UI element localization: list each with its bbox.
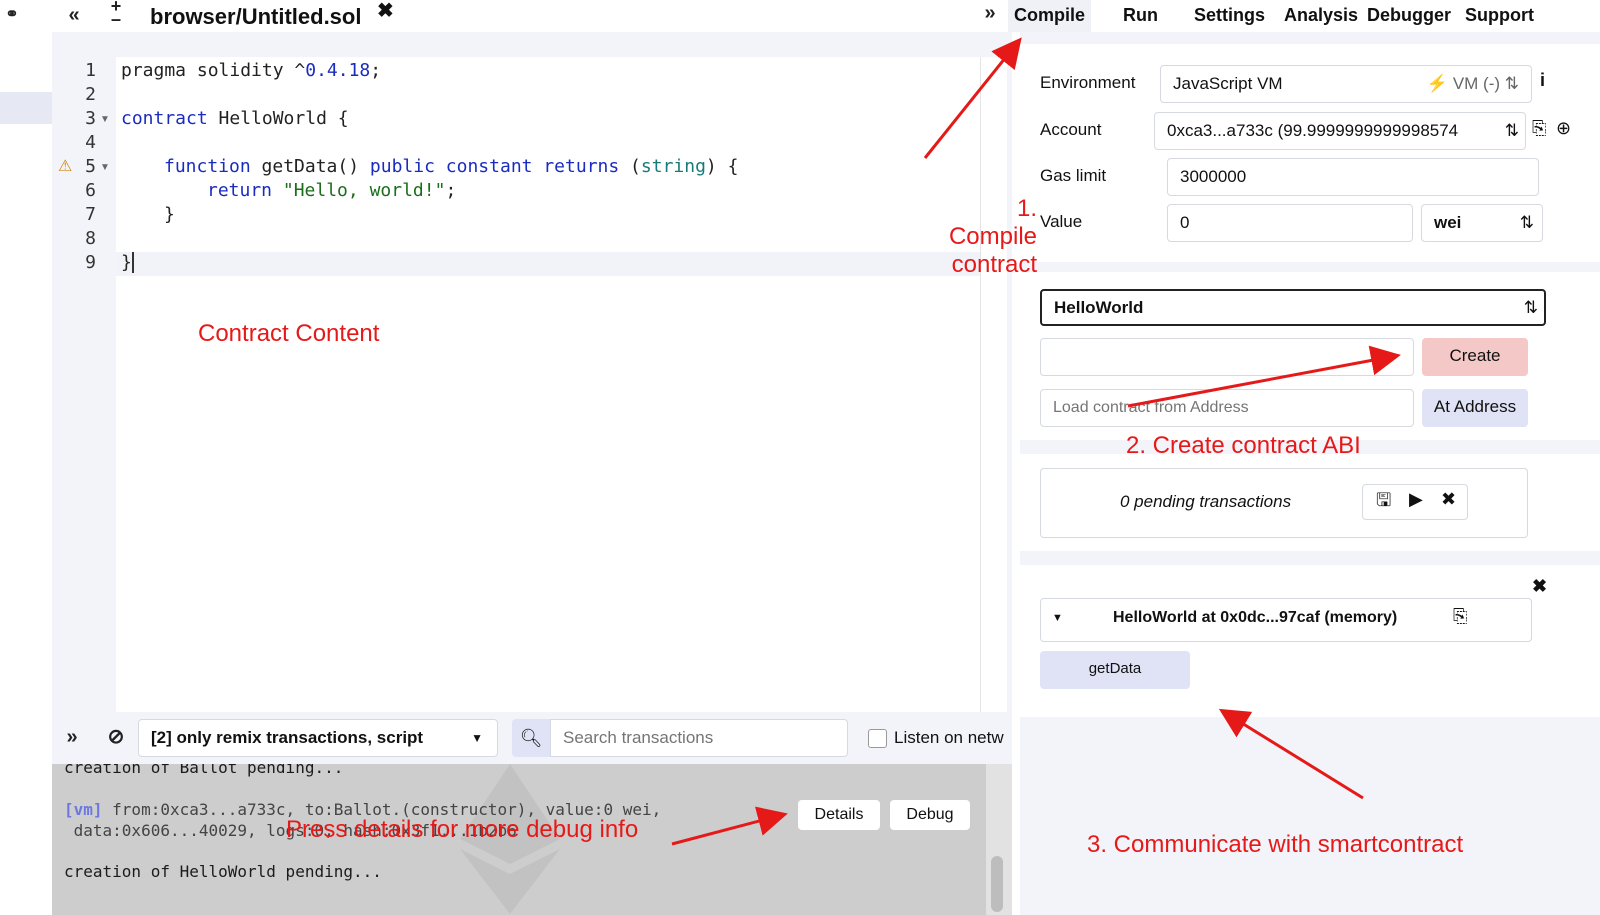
arrow-communicate xyxy=(1218,708,1364,800)
arrow-details xyxy=(671,806,788,846)
arrow-create xyxy=(1127,345,1401,408)
arrow-compile xyxy=(923,37,1022,159)
annotation-arrows xyxy=(671,37,1401,846)
